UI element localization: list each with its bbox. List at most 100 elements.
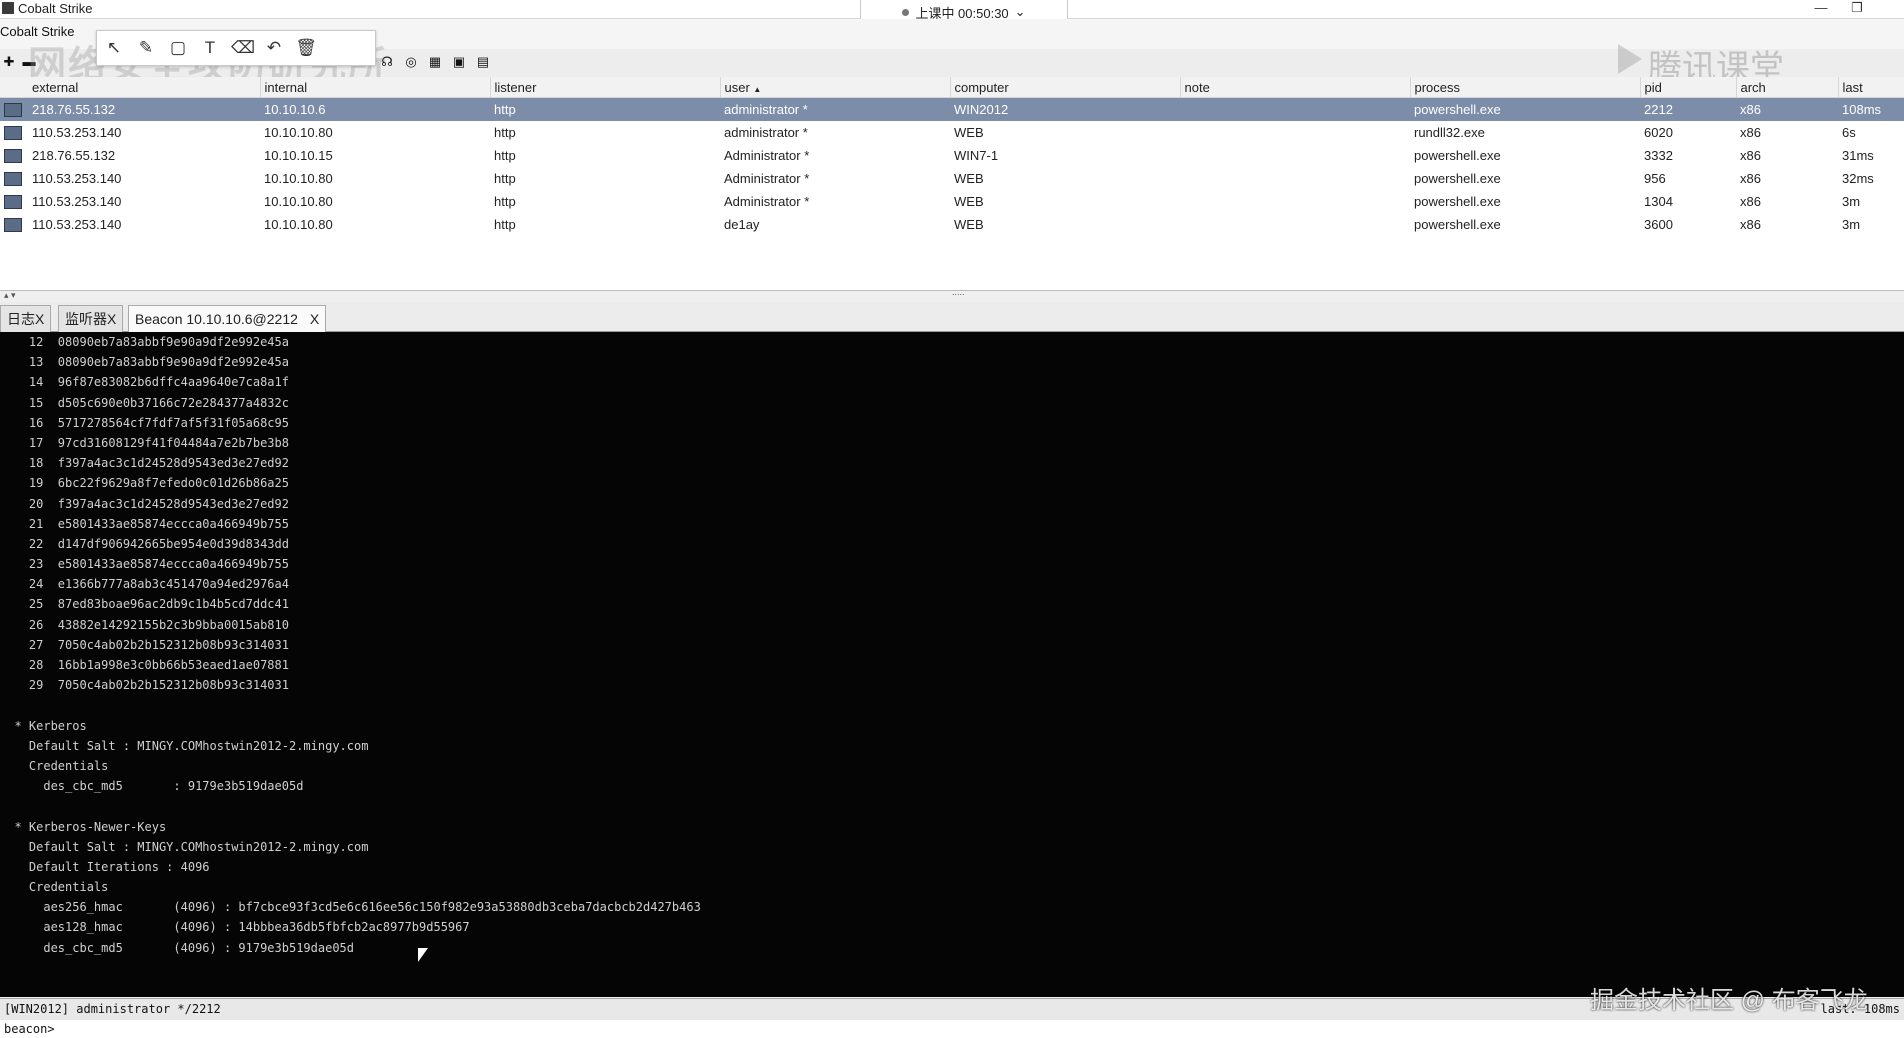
beacon-console-output[interactable]: 12 08090eb7a83abbf9e90a9df2e992e45a 13 0… [0, 332, 1904, 997]
rectangle-icon[interactable]: ▢ [167, 38, 189, 58]
panel-splitter[interactable]: ▴ ▾ ..... [0, 287, 1904, 301]
session-cell-user: de1ay [720, 213, 950, 236]
session-value-process: powershell.exe [1414, 171, 1501, 186]
session-cell-note [1180, 97, 1410, 121]
console-line: 16 5717278564cf7fdf7af5f31f05a68c95 [0, 415, 289, 430]
tab-beacon-close-button[interactable]: X [310, 311, 319, 327]
console-line: 19 6bc22f9629a8f7efedo0c01d26b86a25 [0, 476, 289, 491]
column-header-external[interactable]: external [0, 77, 261, 98]
session-cell-note [1180, 144, 1410, 167]
undo-icon[interactable]: ↶ [263, 38, 285, 58]
beacon-computer-icon [4, 218, 22, 233]
session-cell-arch: x86 [1736, 97, 1838, 121]
tab-listeners-close-button[interactable]: X [107, 311, 116, 327]
tab-log[interactable]: 日志X [0, 305, 52, 332]
console-line: 27 7050c4ab02b2b152312b08b93c314031 [0, 637, 289, 652]
column-header-computer[interactable]: computer [950, 77, 1181, 98]
console-line: 13 08090eb7a83abbf9e90a9df2e992e45a [0, 355, 289, 370]
session-value-internal: 10.10.10.15 [264, 148, 333, 163]
delete-icon[interactable]: 🗑 [295, 38, 317, 58]
maximize-button[interactable]: ❐ [1842, 0, 1872, 16]
session-row[interactable]: 110.53.253.140 10.10.10.80 http administrat… [0, 121, 1904, 144]
session-row[interactable]: 218.76.55.132 10.10.10.6 http administrator… [0, 97, 1904, 121]
beacon-command-input[interactable]: beacon> [0, 1020, 1904, 1038]
session-cell-listener: http [490, 144, 720, 167]
column-header-user[interactable]: user ▲ [720, 77, 951, 98]
target-icon[interactable]: ◎ [404, 55, 418, 69]
session-cell-arch: x86 [1736, 190, 1838, 213]
plus-icon[interactable]: ✚ [2, 55, 16, 69]
session-row[interactable]: 110.53.253.140 10.10.10.80 http Administrat… [0, 167, 1904, 190]
splitter-arrows-icon[interactable]: ▴ ▾ [4, 290, 16, 301]
session-value-process: powershell.exe [1414, 148, 1501, 163]
session-cell-arch: x86 [1736, 121, 1838, 144]
console-line: Credentials [0, 758, 109, 773]
cursor-icon[interactable]: ↖ [103, 38, 125, 58]
column-header-last[interactable]: last [1838, 77, 1904, 98]
screenshot-icon[interactable]: ▣ [452, 55, 466, 69]
session-cell-process: powershell.exe [1410, 190, 1640, 213]
monitor-icon[interactable]: ▤ [476, 55, 490, 69]
tab-listeners[interactable]: 监听器X [58, 305, 124, 332]
eraser-icon[interactable]: ⌫ [231, 38, 255, 58]
tab-log-close-button[interactable]: X [35, 311, 44, 327]
session-value-last: 32ms [1842, 171, 1874, 186]
session-row[interactable]: 110.53.253.140 10.10.10.80 http Administrat… [0, 190, 1904, 213]
column-header-listener[interactable]: listener [490, 77, 721, 98]
session-cell-process: rundll32.exe [1410, 121, 1640, 144]
tab-beacon[interactable]: Beacon 10.10.10.6@2212 X [128, 305, 327, 332]
session-value-arch: x86 [1740, 125, 1761, 140]
session-cell-computer: WEB [950, 190, 1180, 213]
session-cell-external: 110.53.253.140 [0, 167, 260, 190]
session-cell-arch: x86 [1736, 167, 1838, 190]
session-value-listener: http [494, 148, 516, 163]
grid-icon[interactable]: ▦ [428, 55, 442, 69]
minimize-button[interactable]: — [1806, 0, 1836, 15]
session-value-computer: WEB [954, 194, 984, 209]
session-value-arch: x86 [1740, 217, 1761, 232]
session-value-process: rundll32.exe [1414, 125, 1485, 140]
beacon-computer-icon [4, 126, 22, 141]
console-line: 28 16bb1a998e3c0bb66b53eaed1ae07881 [0, 658, 289, 672]
session-value-internal: 10.10.10.80 [264, 125, 333, 140]
splitter-grip-icon[interactable]: ..... [952, 287, 965, 297]
session-row[interactable]: 110.53.253.140 10.10.10.80 http de1ay WEB pow… [0, 213, 1904, 236]
console-line: Default Salt : MINGY.COMhostwin2012-2.mi… [0, 839, 369, 854]
column-header-pid[interactable]: pid [1640, 77, 1737, 98]
session-value-last: 31ms [1842, 148, 1874, 163]
text-icon[interactable]: T [199, 38, 221, 58]
beacon-computer-icon [4, 103, 22, 118]
session-value-listener: http [494, 194, 516, 209]
column-header-internal[interactable]: internal [260, 77, 491, 98]
session-value-user: Administrator * [724, 148, 810, 163]
column-header-process[interactable]: process [1410, 77, 1641, 98]
session-cell-computer: WEB [950, 167, 1180, 190]
sessions-table-panel: external internal listener user ▲ comput… [0, 77, 1904, 291]
console-line: * Kerberos [0, 718, 87, 733]
session-cell-computer: WIN7-1 [950, 144, 1180, 167]
session-cell-external: 110.53.253.140 [0, 121, 260, 144]
session-value-external: 110.53.253.140 [32, 124, 122, 140]
console-line: des_cbc_md5 : 9179e3b519dae05d [0, 779, 304, 794]
session-cell-arch: x86 [1736, 144, 1838, 167]
pen-icon[interactable]: ✎ [135, 38, 157, 58]
console-line: aes128_hmac (4096) : 14bbbea36db5fbfcb2a… [0, 920, 470, 935]
session-cell-pid: 3600 [1640, 213, 1736, 236]
session-row[interactable]: 218.76.55.132 10.10.10.15 http Administrato… [0, 144, 1904, 167]
session-value-listener: http [494, 125, 516, 140]
session-value-user: administrator * [724, 102, 808, 117]
session-cell-internal: 10.10.10.80 [260, 167, 490, 190]
chevron-down-icon[interactable]: ⌄ [1015, 4, 1026, 20]
session-value-user: de1ay [724, 217, 760, 232]
beacon-computer-icon [4, 172, 22, 187]
tab-bar: 日志X 监听器X Beacon 10.10.10.6@2212 X [0, 302, 1904, 332]
session-cell-computer: WIN2012 [950, 97, 1180, 121]
session-value-last: 3m [1842, 194, 1861, 209]
session-cell-note [1180, 167, 1410, 190]
console-line: 26 43882e14292155b2c3b9bba0015ab810 [0, 617, 289, 632]
console-line: Credentials [0, 880, 109, 895]
column-header-note[interactable]: note [1180, 77, 1411, 98]
session-value-computer: WIN2012 [954, 102, 1009, 117]
column-header-arch[interactable]: arch [1736, 77, 1839, 98]
